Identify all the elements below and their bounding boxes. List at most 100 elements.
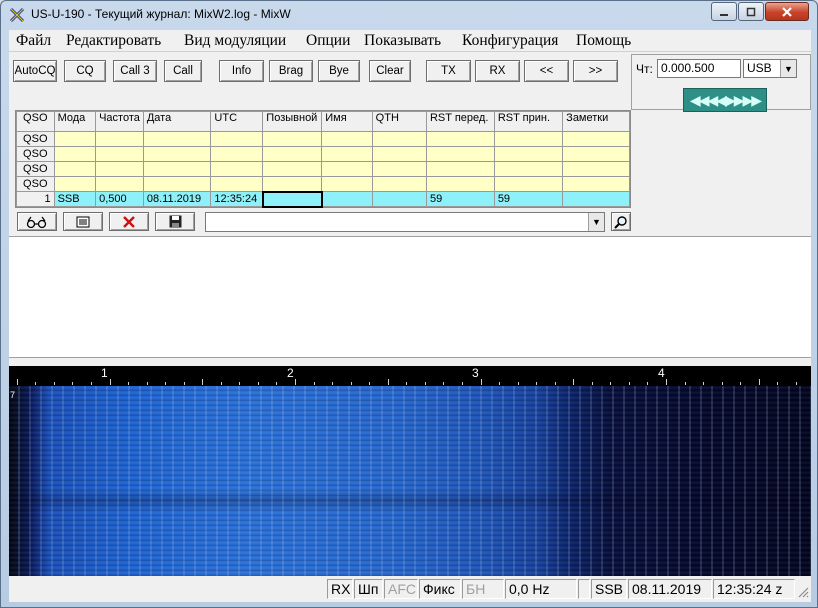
restore-button[interactable] xyxy=(738,2,764,21)
ruler-tick xyxy=(406,382,407,385)
qso-number: 1 xyxy=(16,191,55,207)
cell-mode[interactable]: SSB xyxy=(53,191,97,207)
ruler-tick xyxy=(184,382,185,385)
col-header[interactable]: Частота xyxy=(95,111,144,132)
col-header[interactable]: RST перед. xyxy=(425,111,495,132)
cell-callsign[interactable] xyxy=(261,190,323,208)
row-header: QSO xyxy=(16,131,55,147)
col-header[interactable]: Заметки xyxy=(562,111,630,132)
status-time: 12:35:24 z xyxy=(713,579,795,599)
status-mode[interactable]: SSB xyxy=(591,579,627,599)
clear-button[interactable]: Clear xyxy=(369,60,411,82)
table-row[interactable]: QSO xyxy=(16,161,630,177)
ruler-label-3: 3 xyxy=(472,366,479,380)
save-button[interactable] xyxy=(155,212,195,231)
ruler-tick xyxy=(759,379,760,385)
ruler-tick xyxy=(722,382,723,385)
col-header[interactable]: RST прин. xyxy=(493,111,564,132)
cell-rst-rcvd[interactable]: 59 xyxy=(493,191,564,207)
ruler-tick xyxy=(518,382,519,385)
status-blank xyxy=(578,579,590,599)
waterfall-display[interactable]: 1 2 3 4 7 xyxy=(9,366,811,576)
menu-options[interactable]: Опции xyxy=(306,32,350,50)
menu-configuration[interactable]: Конфигурация xyxy=(462,32,558,50)
col-header[interactable]: Мода xyxy=(53,111,97,132)
close-window-button[interactable] xyxy=(765,2,809,21)
waterfall-noise-overlay xyxy=(9,386,811,576)
col-header[interactable]: QSO xyxy=(16,111,55,132)
prev-button[interactable]: << xyxy=(524,60,569,82)
row-header: QSO xyxy=(16,161,55,177)
tuning-arrows-control[interactable]: ◀◀◀◀▶▶▶▶ xyxy=(683,88,767,112)
table-row[interactable]: QSO xyxy=(16,176,630,192)
ruler-tick xyxy=(54,382,55,385)
mode-select[interactable]: USB ▼ xyxy=(743,59,797,78)
qso-comment-combo[interactable]: ▼ xyxy=(205,212,605,232)
chevron-down-icon[interactable]: ▼ xyxy=(780,60,796,77)
menu-mode[interactable]: Вид модуляции xyxy=(184,32,286,50)
menu-file[interactable]: Файл xyxy=(16,32,51,50)
col-header[interactable]: Позывной xyxy=(262,111,323,132)
call-button[interactable]: Call xyxy=(164,60,202,82)
menu-view[interactable]: Показывать xyxy=(364,32,441,50)
glasses-icon xyxy=(26,216,47,228)
status-bn[interactable]: БН xyxy=(462,579,504,599)
ruler-tick xyxy=(703,382,704,385)
cell-frequency[interactable]: 0,500 xyxy=(95,191,144,207)
minimize-button[interactable] xyxy=(711,2,737,21)
title-bar[interactable]: US-U-190 - Текущий журнал: MixW2.log - M… xyxy=(1,1,817,29)
ruler-label-4: 4 xyxy=(658,366,665,380)
rx-button[interactable]: RX xyxy=(475,60,520,82)
ruler-tick xyxy=(536,382,537,385)
status-noise[interactable]: Шп xyxy=(354,579,383,599)
status-afc[interactable]: AFC xyxy=(384,579,418,599)
floppy-disk-icon xyxy=(169,215,181,228)
cell-notes[interactable] xyxy=(562,191,630,207)
col-header[interactable]: Дата xyxy=(142,111,212,132)
restore-icon xyxy=(746,7,756,16)
cell-utc[interactable]: 12:35:24 xyxy=(210,191,264,207)
search-button[interactable] xyxy=(611,212,631,231)
brag-button[interactable]: Brag xyxy=(269,60,313,82)
status-fix[interactable]: Фикс xyxy=(419,579,461,599)
menu-edit[interactable]: Редактировать xyxy=(66,32,161,50)
cell-name[interactable] xyxy=(321,191,373,207)
table-row[interactable]: QSO xyxy=(16,131,630,147)
bye-button[interactable]: Bye xyxy=(318,60,360,82)
info-button[interactable]: Info xyxy=(219,60,264,82)
ruler-tick xyxy=(314,382,315,385)
receive-text-window[interactable] xyxy=(9,236,811,358)
col-header[interactable]: QTH xyxy=(371,111,427,132)
ruler-tick xyxy=(351,382,352,385)
frequency-input[interactable]: 0.000.500 xyxy=(657,59,741,78)
ruler-tick xyxy=(462,382,463,385)
ruler-tick xyxy=(610,382,611,385)
resize-grip-icon[interactable] xyxy=(797,586,809,598)
current-qso-row[interactable]: 1 SSB 0,500 08.11.2019 12:35:24 59 59 xyxy=(16,190,630,208)
chevron-down-icon[interactable]: ▼ xyxy=(588,213,604,231)
form-button[interactable] xyxy=(63,212,103,231)
next-button[interactable]: >> xyxy=(573,60,618,82)
ruler-tick xyxy=(276,382,277,385)
cq-button[interactable]: CQ xyxy=(64,60,106,82)
status-rx[interactable]: RX xyxy=(327,579,353,599)
lookup-button[interactable] xyxy=(17,212,57,231)
menu-help[interactable]: Помощь xyxy=(576,32,631,50)
col-header[interactable]: UTC xyxy=(210,111,264,132)
call3-button[interactable]: Call 3 xyxy=(113,60,157,82)
mode-select-value: USB xyxy=(747,61,772,75)
cell-qth[interactable] xyxy=(371,191,427,207)
delete-button[interactable] xyxy=(109,212,149,231)
app-window: US-U-190 - Текущий журнал: MixW2.log - M… xyxy=(0,0,818,608)
cell-rst-sent[interactable]: 59 xyxy=(425,191,495,207)
ruler-tick xyxy=(685,382,686,385)
tx-button[interactable]: TX xyxy=(426,60,471,82)
autocq-button[interactable]: AutoCQ xyxy=(13,60,57,82)
cell-date[interactable]: 08.11.2019 xyxy=(142,191,212,207)
table-row[interactable]: QSO xyxy=(16,146,630,162)
row-header: QSO xyxy=(16,176,55,192)
menu-bar: Файл Редактировать Вид модуляции Опции П… xyxy=(9,30,811,52)
col-header[interactable]: Имя xyxy=(321,111,373,132)
ruler-tick xyxy=(295,379,296,385)
ruler-tick xyxy=(499,382,500,385)
